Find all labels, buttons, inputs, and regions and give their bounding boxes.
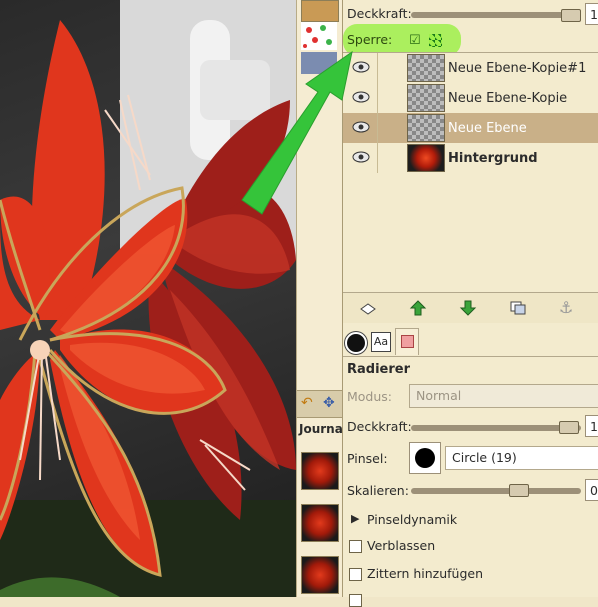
layers-toolbar: ⚓	[343, 292, 598, 323]
font-tab-icon[interactable]: Aa	[371, 332, 391, 352]
brush-tab-icon[interactable]	[345, 332, 367, 354]
journal-thumbnail-3[interactable]	[301, 556, 339, 594]
anchor-layer-icon[interactable]: ⚓	[559, 298, 573, 317]
layer-row[interactable]: Neue Ebene-Kopie#1	[343, 53, 598, 83]
scale-value[interactable]: 0,	[585, 479, 598, 501]
tool-options-title: Radierer	[347, 362, 411, 377]
layer-opacity-label: Deckkraft:	[347, 6, 412, 21]
layer-name: Neue Ebene-Kopie	[448, 90, 568, 106]
move-tab-icon[interactable]: ✥	[323, 395, 335, 411]
layer-opacity-slider[interactable]	[411, 12, 581, 18]
tool-opacity-slider[interactable]	[411, 425, 581, 431]
image-canvas[interactable]	[0, 0, 296, 597]
lock-pixels-checkbox[interactable]: ☑	[409, 33, 421, 48]
lock-label: Sperre:	[347, 32, 393, 47]
layer-row-selected[interactable]: Neue Ebene	[343, 113, 598, 143]
layer-row[interactable]: Hintergrund	[343, 143, 598, 173]
layers-list: Neue Ebene-Kopie#1 Neue Ebene-Kopie Neue…	[343, 52, 598, 293]
visibility-eye-icon[interactable]	[351, 60, 373, 76]
layer-name: Hintergrund	[448, 150, 538, 166]
lock-alpha-icon[interactable]	[429, 34, 442, 47]
amaryllis-photo	[0, 0, 296, 597]
journal-thumbnail-1[interactable]	[301, 452, 339, 490]
hearts-pattern-icon	[303, 25, 332, 48]
brush-dynamics-label[interactable]: Pinseldynamik	[367, 512, 457, 527]
layer-row[interactable]: Neue Ebene-Kopie	[343, 83, 598, 113]
layer-thumbnail	[407, 84, 445, 112]
scale-slider[interactable]	[411, 488, 581, 494]
layer-name: Neue Ebene-Kopie#1	[448, 60, 587, 76]
undo-history-tab-icon[interactable]: ↶	[301, 395, 313, 411]
scale-knob[interactable]	[509, 484, 529, 497]
visibility-eye-icon[interactable]	[351, 120, 373, 136]
brush-name-field[interactable]: Circle (19)	[445, 446, 598, 470]
layer-thumbnail	[407, 54, 445, 82]
visibility-eye-icon[interactable]	[351, 150, 373, 166]
journal-tab-label: Journa	[299, 422, 343, 436]
mode-label: Modus:	[347, 389, 393, 404]
visibility-eye-icon[interactable]	[351, 90, 373, 106]
new-layer-icon[interactable]	[359, 300, 377, 316]
layer-name: Neue Ebene	[448, 120, 527, 136]
eraser-tab-icon[interactable]	[395, 328, 419, 355]
fade-label: Verblassen	[367, 538, 436, 553]
tool-opacity-label: Deckkraft:	[347, 419, 412, 434]
pattern-thumbnail-hearts[interactable]	[301, 22, 337, 50]
brush-label: Pinsel:	[347, 451, 388, 466]
lower-layer-icon[interactable]	[459, 300, 477, 316]
jitter-label: Zittern hinzufügen	[367, 566, 484, 581]
next-option-checkbox[interactable]	[349, 594, 362, 607]
pattern-thumbnail-wood[interactable]	[301, 0, 339, 22]
circle-brush-icon	[415, 448, 435, 468]
pattern-thumbnail-blue[interactable]	[301, 52, 337, 74]
strip-tabs: ↶ ✥	[297, 390, 343, 418]
expand-arrow-icon[interactable]: ▶	[351, 512, 359, 525]
layer-thumbnail	[407, 114, 445, 142]
fade-checkbox[interactable]	[349, 540, 362, 553]
tool-opacity-knob[interactable]	[559, 421, 579, 434]
jitter-checkbox[interactable]	[349, 568, 362, 581]
mode-select[interactable]: Normal	[409, 384, 598, 408]
tool-options-tabs: Aa	[343, 326, 598, 357]
layers-dock: Deckkraft: 10 Sperre: ☑ Neue Ebene-Kopie…	[342, 0, 598, 607]
brush-preview-button[interactable]	[409, 442, 441, 474]
duplicate-layer-icon[interactable]	[509, 300, 527, 316]
raise-layer-icon[interactable]	[409, 300, 427, 316]
side-strip: ↶ ✥ Journa	[296, 0, 343, 597]
layer-opacity-value[interactable]: 10	[585, 3, 598, 25]
tool-opacity-value[interactable]: 10	[585, 415, 598, 437]
layer-thumbnail	[407, 144, 445, 172]
scale-label: Skalieren:	[347, 483, 409, 498]
journal-thumbnail-2[interactable]	[301, 504, 339, 542]
layer-opacity-knob[interactable]	[561, 9, 581, 22]
